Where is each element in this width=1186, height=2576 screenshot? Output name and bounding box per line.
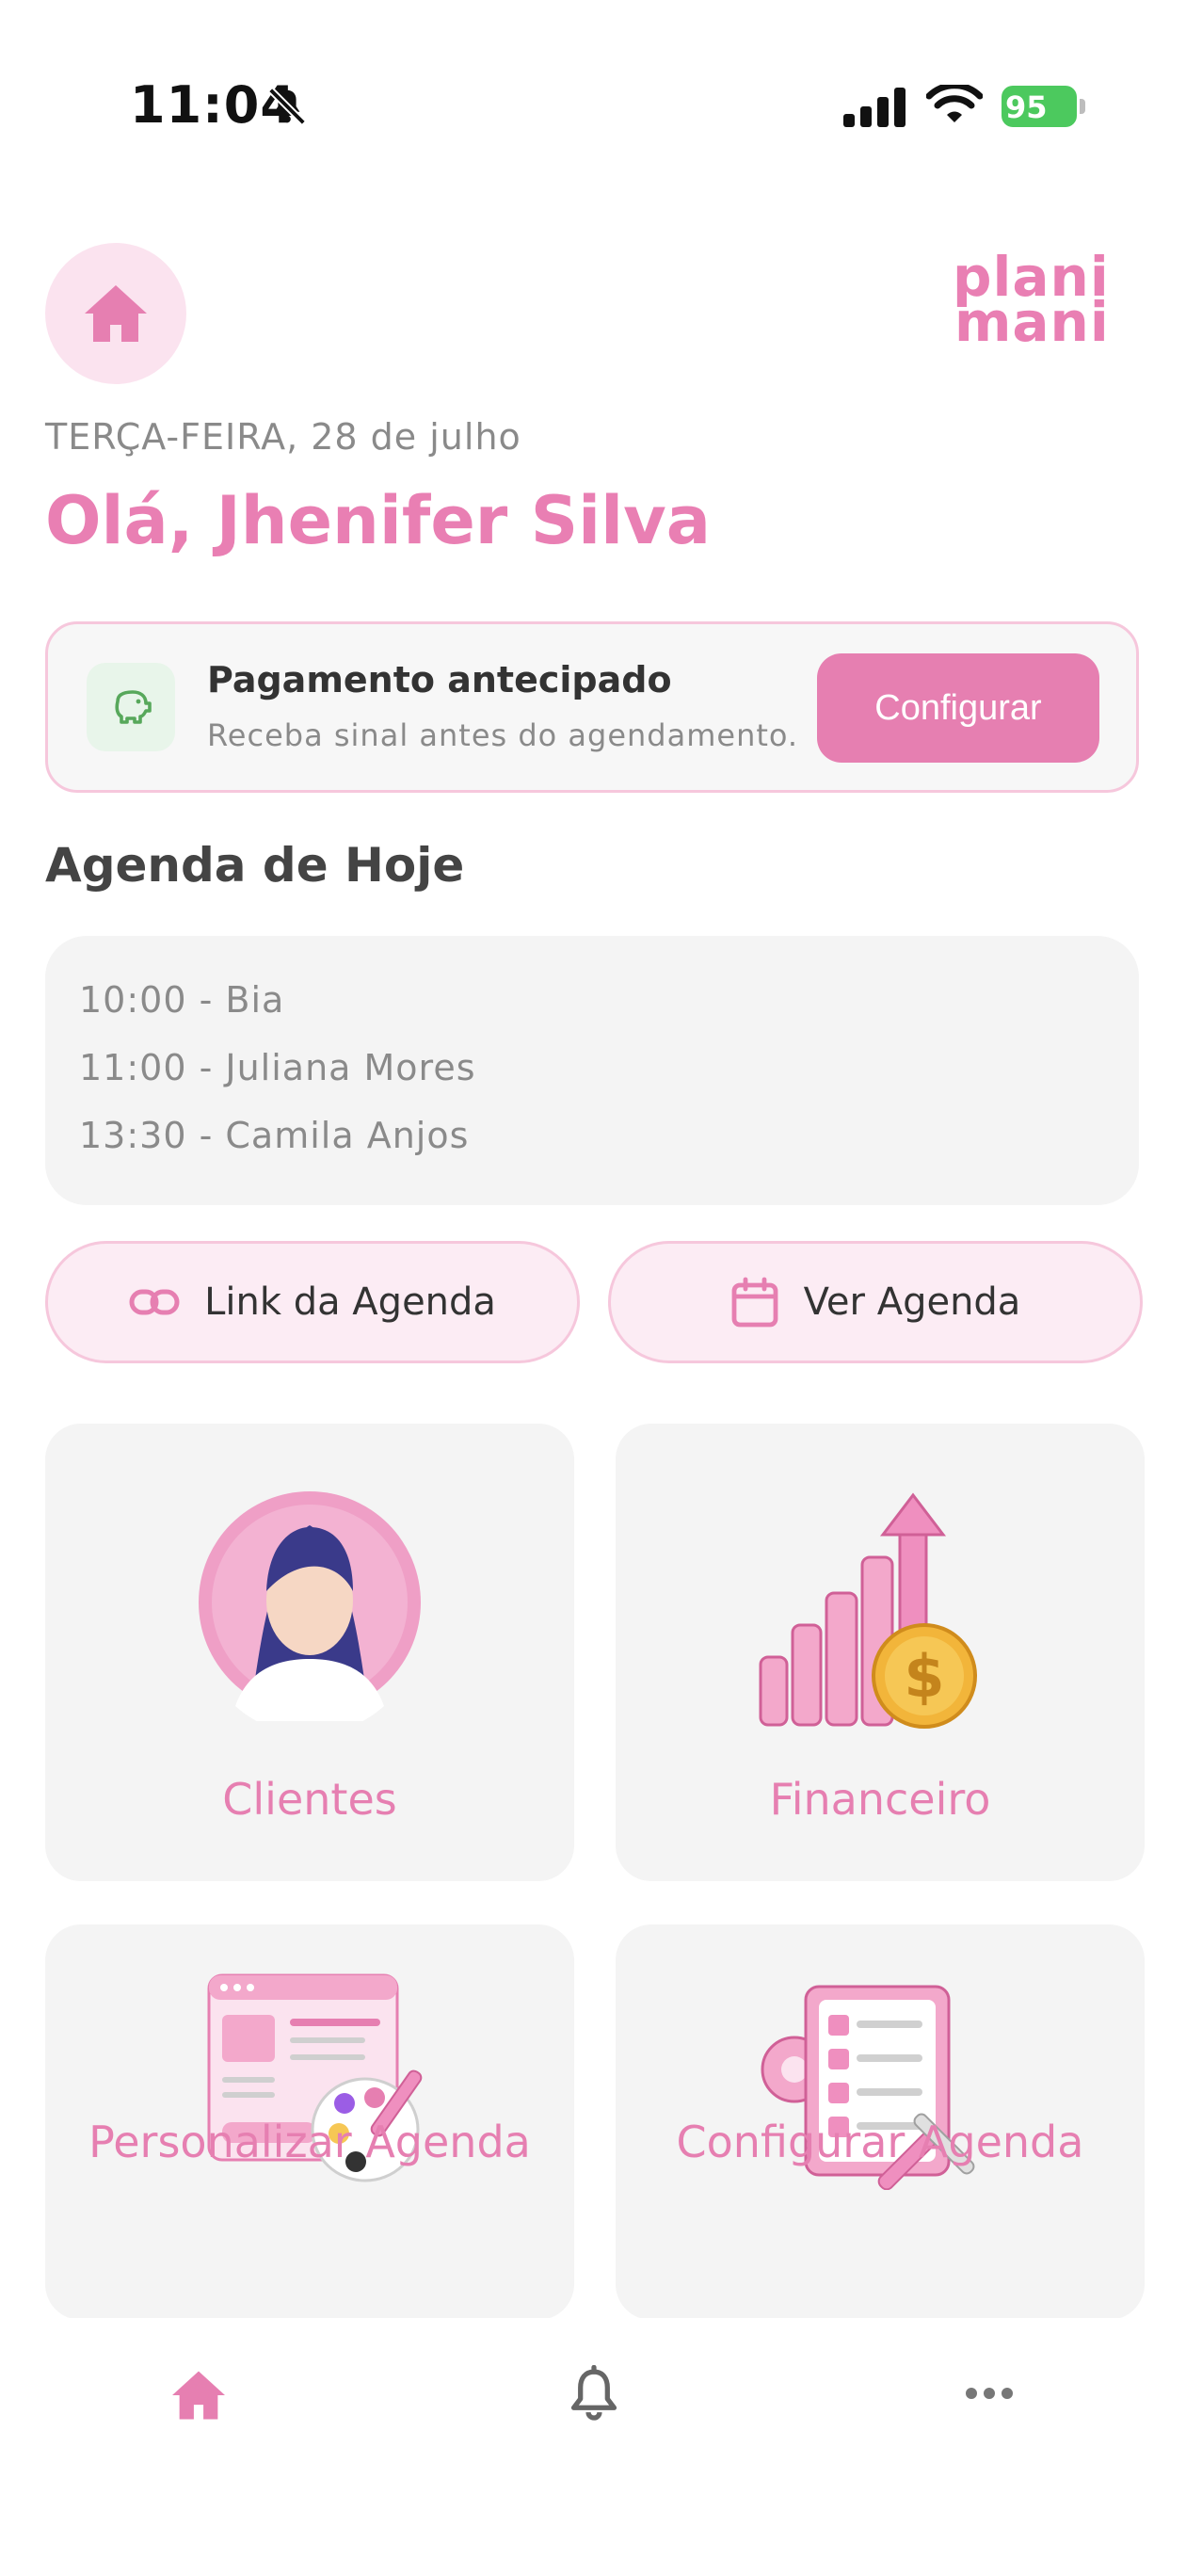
clients-label: Clientes: [222, 1774, 397, 1825]
agenda-link-button[interactable]: Link da Agenda: [45, 1241, 580, 1363]
configure-agenda-tile[interactable]: Configurar Agenda: [616, 1924, 1145, 2320]
battery-indicator: 95: [1002, 86, 1086, 127]
home-icon[interactable]: [169, 2369, 228, 2422]
current-date: TERÇA-FEIRA, 28 de julho: [45, 416, 521, 458]
battery-level: 95: [1005, 89, 1048, 125]
clients-tile[interactable]: Clientes: [45, 1424, 574, 1881]
agenda-title: Agenda de Hoje: [45, 838, 465, 893]
view-agenda-button[interactable]: Ver Agenda: [608, 1241, 1143, 1363]
link-icon: [129, 1289, 180, 1315]
piggy-bank-icon: [87, 663, 175, 751]
svg-text:$: $: [904, 1642, 944, 1711]
bell-icon[interactable]: [567, 2365, 621, 2423]
payment-subtitle: Receba sinal antes do agendamento.: [207, 717, 799, 753]
payment-title: Pagamento antecipado: [207, 659, 672, 700]
home-icon: [85, 285, 147, 342]
silent-bell-icon: [268, 88, 306, 125]
view-agenda-label: Ver Agenda: [803, 1280, 1021, 1324]
finance-label: Financeiro: [769, 1774, 991, 1825]
customize-agenda-label: Personalizar Agenda: [88, 2117, 531, 2167]
customize-agenda-tile[interactable]: Personalizar Agenda: [45, 1924, 574, 2320]
agenda-item[interactable]: 10:00 - Bia: [79, 979, 284, 1021]
more-icon[interactable]: [964, 2386, 1015, 2401]
finance-chart-icon: $: [759, 1492, 977, 1729]
calendar-icon: [731, 1277, 778, 1328]
greeting: Olá, Jhenifer Silva: [45, 482, 711, 559]
configure-payment-button[interactable]: Configurar: [817, 653, 1099, 763]
wifi-icon: [926, 85, 983, 122]
bottom-navigation: [0, 2318, 1186, 2576]
client-avatar-icon: [199, 1491, 421, 1721]
home-button[interactable]: [45, 243, 186, 384]
finance-tile[interactable]: $ Financeiro: [616, 1424, 1145, 1881]
app-logo: plani mani: [953, 245, 1110, 354]
agenda-item[interactable]: 13:30 - Camila Anjos: [79, 1115, 469, 1156]
cellular-signal-icon: [843, 88, 906, 127]
agenda-item[interactable]: 11:00 - Juliana Mores: [79, 1047, 476, 1088]
agenda-link-label: Link da Agenda: [204, 1280, 496, 1324]
configure-agenda-label: Configurar Agenda: [676, 2117, 1084, 2167]
